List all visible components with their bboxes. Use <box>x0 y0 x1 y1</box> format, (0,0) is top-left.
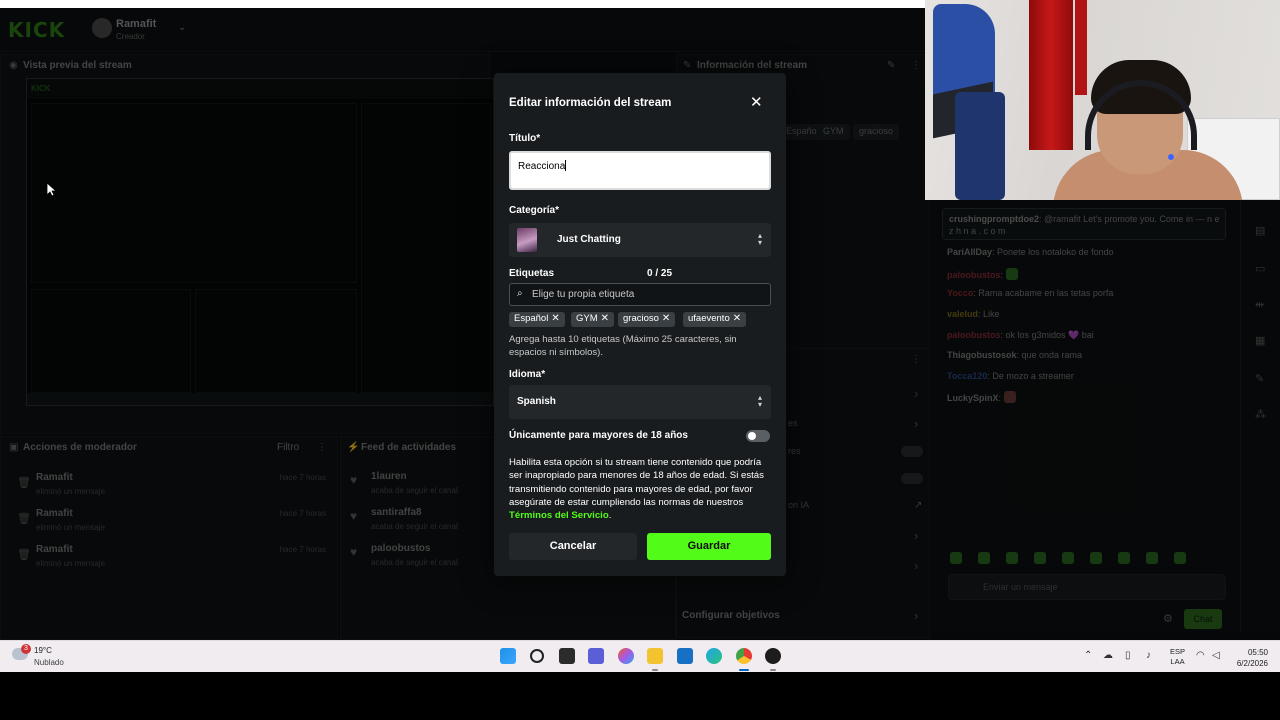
webcam-blue-cloth <box>955 92 1005 200</box>
clock-time: 05:50 <box>1247 648 1268 657</box>
tag-chip: gracioso ✕ <box>618 312 676 327</box>
input-language[interactable]: ESP LAA <box>1170 647 1185 667</box>
terms-of-service-link[interactable]: Términos del Servicio <box>509 510 609 521</box>
remove-tag-icon[interactable]: ✕ <box>551 313 559 324</box>
close-icon[interactable]: ✕ <box>750 93 763 111</box>
adult-content-label: Únicamente para mayores de 18 años <box>509 430 688 441</box>
tag-label: ufaevento <box>688 313 730 324</box>
adult-content-description: Habilita esta opción si tu stream tiene … <box>509 456 774 522</box>
store-icon[interactable] <box>677 648 693 664</box>
tags-counter: 0 / 25 <box>647 268 673 279</box>
adult-desc-end: . <box>608 510 612 522</box>
weather-temperature[interactable]: 19°C <box>34 646 52 655</box>
adult-content-toggle[interactable] <box>746 430 770 442</box>
tag-chip: GYM ✕ <box>571 312 615 327</box>
remove-tag-icon[interactable]: ✕ <box>733 313 741 324</box>
clock-date: 6/2/2026 <box>1236 659 1268 668</box>
select-arrows-icon: ▴ ▾ <box>757 393 762 409</box>
remove-tag-icon[interactable]: ✕ <box>601 313 609 324</box>
lang-top: ESP <box>1170 647 1186 656</box>
screen: KICK Ramafit Creador ⌄ ◉ Vista previa de… <box>0 0 1280 640</box>
webcam-red-cloth <box>1075 0 1087 95</box>
tag-chip: Español ✕ <box>509 312 565 327</box>
tag-label: GYM <box>576 313 598 324</box>
text-caret <box>565 160 567 171</box>
copilot-icon[interactable] <box>618 648 634 664</box>
task-view-icon[interactable] <box>559 648 575 664</box>
chrome-icon[interactable] <box>736 648 752 664</box>
edge-icon[interactable] <box>706 648 722 664</box>
tag-label: Español <box>514 313 549 324</box>
running-indicator <box>770 669 776 671</box>
title-label: Título* <box>509 133 541 144</box>
save-button[interactable]: Guardar <box>647 533 771 560</box>
obs-icon[interactable] <box>765 648 781 664</box>
tag-label: gracioso <box>623 313 659 324</box>
category-label: Categoría* <box>509 205 560 216</box>
webcam-headset-led <box>1168 154 1174 160</box>
network-cloud-icon[interactable]: ☁ <box>1103 650 1113 661</box>
file-explorer-icon[interactable] <box>647 648 663 664</box>
toggle-knob <box>748 432 756 440</box>
browser-top-strip <box>0 0 925 8</box>
select-arrows-icon: ▴ ▾ <box>757 231 762 247</box>
letterbox-bottom <box>0 672 1280 720</box>
adult-desc-text: Habilita esta opción si tu stream tiene … <box>509 457 764 508</box>
remove-tag-icon[interactable]: ✕ <box>662 313 670 324</box>
stream-title-value: Reacciona <box>518 161 566 172</box>
battery-icon[interactable]: ▯ <box>1125 650 1131 661</box>
tags-input[interactable] <box>532 287 762 302</box>
language-label: Idioma* <box>509 369 546 380</box>
tags-label: Etiquetas <box>509 268 555 279</box>
webcam-red-cloth <box>1029 0 1073 150</box>
search-icon: ⌕ <box>517 288 523 299</box>
microphone-icon[interactable]: ♪ <box>1146 650 1151 661</box>
tags-search-field[interactable]: ⌕ <box>509 283 771 306</box>
category-select[interactable]: Just Chatting ▴ ▾ <box>509 223 771 257</box>
wifi-icon[interactable]: ◠ <box>1196 650 1205 661</box>
teams-icon[interactable] <box>588 648 604 664</box>
lang-bottom: LAA <box>1170 657 1185 666</box>
active-indicator <box>739 669 749 671</box>
tag-chip: ufaevento ✕ <box>683 312 747 327</box>
tags-help-text: Agrega hasta 10 etiquetas (Máximo 25 car… <box>509 334 737 358</box>
stream-title-input[interactable]: Reacciona <box>509 151 771 190</box>
edit-stream-modal: Editar información del stream ✕ Título* … <box>494 73 786 576</box>
notification-badge: 3 <box>21 644 31 654</box>
windows-start-icon[interactable] <box>500 648 516 664</box>
volume-icon[interactable]: ◁ <box>1212 650 1220 661</box>
cancel-button[interactable]: Cancelar <box>509 533 637 560</box>
language-select[interactable]: Spanish ▴ ▾ <box>509 385 771 419</box>
modal-title: Editar información del stream <box>509 97 672 109</box>
mouse-cursor-icon <box>46 182 56 197</box>
chevron-up-icon[interactable]: ⌃ <box>1084 650 1092 661</box>
search-icon[interactable] <box>530 649 544 663</box>
language-value: Spanish <box>517 396 556 407</box>
running-indicator <box>652 669 658 671</box>
webcam-overlay <box>925 0 1280 200</box>
windows-taskbar: 3 19°C Nublado ⌃ ☁ ▯ ♪ ESP LAA ◠ ◁ 05:50 6… <box>0 640 1280 672</box>
category-thumbnail <box>517 228 537 252</box>
weather-description: Nublado <box>34 658 64 667</box>
system-clock[interactable]: 05:50 6/2/2026 <box>1228 647 1268 669</box>
category-value: Just Chatting <box>557 234 621 245</box>
